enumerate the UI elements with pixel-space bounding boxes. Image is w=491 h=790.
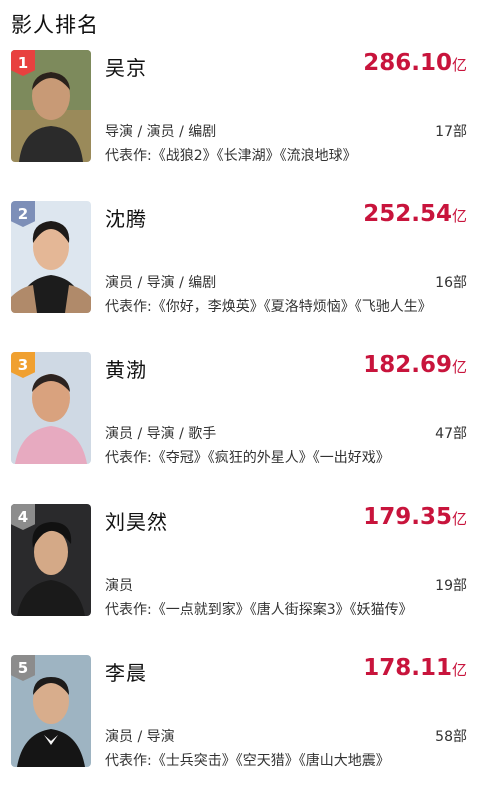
box-office: 178.11亿	[363, 655, 467, 681]
box-office-value: 286.10	[363, 50, 452, 76]
person-roles: 演员	[105, 578, 133, 594]
person-name[interactable]: 刘昊然	[105, 506, 168, 535]
representative-works: 代表作:《一点就到家》《唐人街探案3》《妖猫传》	[105, 602, 413, 618]
box-office-value: 252.54	[363, 201, 452, 227]
person-row[interactable]: 2 沈腾 252.54亿 演员 / 导演 / 编剧 16部 代表作:《你好，李焕…	[0, 201, 491, 353]
person-photo[interactable]: 2	[11, 201, 91, 313]
person-name[interactable]: 沈腾	[105, 203, 147, 232]
representative-works: 代表作:《战狼2》《长津湖》《流浪地球》	[105, 148, 357, 164]
box-office-value: 179.35	[363, 504, 452, 530]
person-row[interactable]: 5 李晨 178.11亿 演员 / 导演 58部 代表作:《士兵突击》《空天猎》…	[0, 655, 491, 790]
person-photo[interactable]: 1	[11, 50, 91, 162]
box-office: 286.10亿	[363, 50, 467, 76]
box-office-unit: 亿	[451, 56, 467, 74]
box-office-unit: 亿	[451, 358, 467, 376]
representative-works: 代表作:《士兵突击》《空天猎》《唐山大地震》	[105, 753, 390, 769]
box-office-unit: 亿	[451, 207, 467, 225]
person-row[interactable]: 3 黄渤 182.69亿 演员 / 导演 / 歌手 47部 代表作:《夺冠》《疯…	[0, 352, 491, 504]
representative-works: 代表作:《你好，李焕英》《夏洛特烦恼》《飞驰人生》	[105, 299, 432, 315]
person-roles: 导演 / 演员 / 编剧	[105, 124, 217, 140]
section-title: 影人排名	[11, 13, 99, 37]
box-office-unit: 亿	[451, 661, 467, 679]
person-row[interactable]: 4 刘昊然 179.35亿 演员 19部 代表作:《一点就到家》《唐人街探案3》…	[0, 504, 491, 656]
person-name[interactable]: 黄渤	[105, 354, 147, 383]
film-count: 47部	[435, 426, 467, 442]
person-name[interactable]: 吴京	[105, 52, 147, 81]
box-office: 182.69亿	[363, 352, 467, 378]
person-roles: 演员 / 导演 / 歌手	[105, 426, 217, 442]
representative-works: 代表作:《夺冠》《疯狂的外星人》《一出好戏》	[105, 450, 390, 466]
box-office-unit: 亿	[451, 510, 467, 528]
person-roles: 演员 / 导演 / 编剧	[105, 275, 217, 291]
person-name[interactable]: 李晨	[105, 657, 147, 686]
person-photo[interactable]: 4	[11, 504, 91, 616]
person-photo[interactable]: 5	[11, 655, 91, 767]
box-office: 179.35亿	[363, 504, 467, 530]
film-count: 58部	[435, 729, 467, 745]
film-count: 17部	[435, 124, 467, 140]
ranking-page: 影人排名 1 吴京 286.10亿 导演 / 演员 / 编剧 17部 代表作:《…	[0, 0, 491, 790]
film-count: 19部	[435, 578, 467, 594]
person-roles: 演员 / 导演	[105, 729, 175, 745]
box-office: 252.54亿	[363, 201, 467, 227]
film-count: 16部	[435, 275, 467, 291]
box-office-value: 178.11	[363, 655, 452, 681]
person-photo[interactable]: 3	[11, 352, 91, 464]
box-office-value: 182.69	[363, 352, 452, 378]
person-row[interactable]: 1 吴京 286.10亿 导演 / 演员 / 编剧 17部 代表作:《战狼2》《…	[0, 50, 491, 202]
